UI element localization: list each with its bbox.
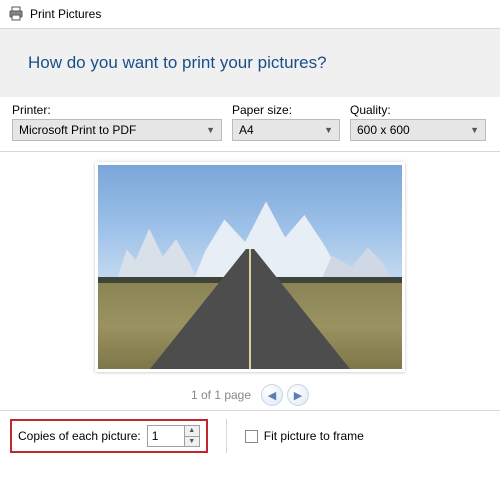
print-options-row: Printer: Microsoft Print to PDF ▼ Paper … [0, 97, 500, 152]
quality-label: Quality: [350, 103, 486, 117]
printer-select[interactable]: Microsoft Print to PDF ▼ [12, 119, 222, 141]
pager-row: 1 of 1 page ◀ ▶ [191, 384, 309, 406]
pager-text: 1 of 1 page [191, 388, 251, 402]
chevron-down-icon: ▼ [470, 125, 479, 135]
paper-size-select[interactable]: A4 ▼ [232, 119, 340, 141]
copies-input[interactable]: 1 ▲ ▼ [147, 425, 200, 447]
window-title: Print Pictures [30, 7, 101, 21]
copies-value: 1 [148, 426, 184, 446]
printer-label: Printer: [12, 103, 222, 117]
preview-area: 1 of 1 page ◀ ▶ [0, 152, 500, 410]
paper-size-field: Paper size: A4 ▼ [232, 103, 340, 141]
prev-page-button[interactable]: ◀ [261, 384, 283, 406]
next-page-button[interactable]: ▶ [287, 384, 309, 406]
heading-area: How do you want to print your pictures? [0, 29, 500, 97]
quality-field: Quality: 600 x 600 ▼ [350, 103, 486, 141]
copies-group: Copies of each picture: 1 ▲ ▼ [10, 419, 208, 453]
fit-to-frame-label: Fit picture to frame [264, 429, 364, 443]
titlebar: Print Pictures [0, 0, 500, 29]
printer-value: Microsoft Print to PDF [19, 123, 136, 137]
photo-preview [95, 162, 405, 372]
printer-icon [8, 6, 24, 22]
quality-value: 600 x 600 [357, 123, 410, 137]
chevron-down-icon: ▼ [206, 125, 215, 135]
separator [226, 419, 227, 453]
bottom-row: Copies of each picture: 1 ▲ ▼ Fit pictur… [0, 410, 500, 461]
page-heading: How do you want to print your pictures? [28, 53, 486, 73]
photo-image [98, 165, 402, 369]
copies-increment-button[interactable]: ▲ [185, 426, 199, 437]
copies-decrement-button[interactable]: ▼ [185, 437, 199, 447]
paper-size-value: A4 [239, 123, 254, 137]
fit-to-frame-group: Fit picture to frame [245, 429, 364, 443]
printer-field: Printer: Microsoft Print to PDF ▼ [12, 103, 222, 141]
chevron-down-icon: ▼ [324, 125, 333, 135]
paper-size-label: Paper size: [232, 103, 340, 117]
copies-label: Copies of each picture: [18, 429, 141, 443]
quality-select[interactable]: 600 x 600 ▼ [350, 119, 486, 141]
fit-to-frame-checkbox[interactable] [245, 430, 258, 443]
